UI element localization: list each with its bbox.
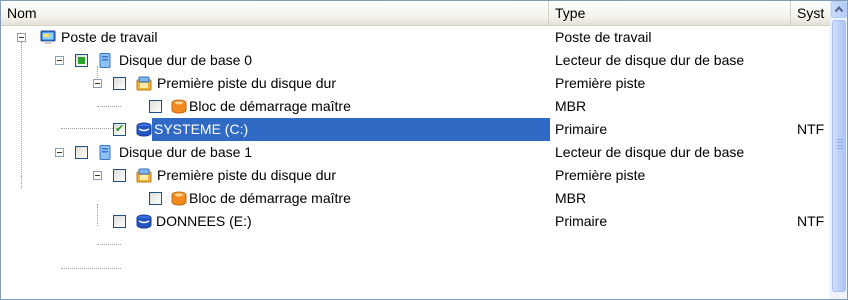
vertical-scrollbar[interactable] (830, 1, 847, 299)
disk-checkbox[interactable] (75, 146, 88, 159)
column-header: Nom Type Syst (1, 1, 831, 26)
row-name: Disque dur de base 0 (119, 52, 253, 68)
collapse-toggle[interactable] (93, 79, 102, 88)
row-name: Première piste du disque dur (157, 167, 336, 183)
column-header-type[interactable]: Type (549, 1, 791, 25)
collapse-toggle[interactable] (93, 171, 102, 180)
row-type: Primaire (555, 121, 608, 137)
tree-row[interactable]: Bloc de démarrage maître MBR (1, 95, 831, 118)
tree-row[interactable]: Poste de travail Poste de travail (1, 26, 831, 49)
mbr-icon (171, 99, 187, 114)
tree-row[interactable]: Disque dur de base 0 Lecteur de disque d… (1, 49, 831, 72)
row-type: Poste de travail (555, 29, 652, 45)
disk-checkbox[interactable] (75, 54, 88, 67)
row-name: Première piste du disque dur (157, 75, 336, 91)
row-type: Primaire (555, 213, 608, 229)
tree-row[interactable]: Disque dur de base 1 Lecteur de disque d… (1, 141, 831, 164)
row-system: NTF (797, 213, 825, 229)
partition-icon (136, 122, 152, 137)
row-type: MBR (555, 98, 587, 114)
chevron-up-icon (834, 5, 844, 13)
partition-checkbox[interactable] (113, 215, 126, 228)
first-track-icon (136, 168, 152, 183)
mbr-icon (171, 191, 187, 206)
partition-icon (136, 214, 152, 229)
grip-line (837, 139, 843, 140)
computer-icon (40, 30, 56, 44)
row-system (797, 26, 831, 49)
row-system (797, 72, 831, 95)
row-name: Bloc de démarrage maître (189, 98, 351, 114)
tree-row[interactable]: SYSTEME (C:) Primaire NTF (1, 118, 831, 141)
tree-row[interactable]: Bloc de démarrage maître MBR (1, 187, 831, 210)
grip-line (837, 148, 843, 149)
hard-disk-icon (99, 145, 111, 160)
row-name: Poste de travail (61, 29, 158, 45)
grip-line (837, 142, 843, 143)
collapse-toggle[interactable] (17, 33, 26, 42)
first-track-icon (136, 76, 152, 91)
hard-disk-icon (99, 53, 111, 68)
row-type: Première piste (555, 75, 646, 91)
track-checkbox[interactable] (113, 169, 126, 182)
row-system (797, 141, 831, 164)
row-name: Bloc de démarrage maître (189, 190, 351, 206)
row-name: Disque dur de base 1 (119, 144, 253, 160)
row-system (797, 49, 831, 72)
row-system (797, 164, 831, 187)
mbr-checkbox[interactable] (149, 100, 162, 113)
row-system (797, 95, 831, 118)
tree-row[interactable]: DONNEES (E:) Primaire NTF (1, 210, 831, 233)
scroll-up-button[interactable] (831, 1, 847, 18)
track-checkbox[interactable] (113, 77, 126, 90)
row-name: DONNEES (E:) (156, 213, 252, 229)
column-header-system[interactable]: Syst (791, 1, 831, 25)
disk-tree-view[interactable]: Nom Type Syst Poste de travail Poste de … (0, 0, 848, 300)
collapse-toggle[interactable] (55, 148, 64, 157)
partition-checkbox[interactable] (113, 120, 126, 138)
tree-row[interactable]: Première piste du disque dur Première pi… (1, 164, 831, 187)
row-type: Première piste (555, 167, 646, 183)
tree-line (61, 268, 121, 269)
tree-line (97, 244, 121, 245)
row-type: Lecteur de disque dur de base (555, 144, 745, 160)
row-system (797, 187, 831, 210)
mbr-checkbox[interactable] (149, 192, 162, 205)
collapse-toggle[interactable] (55, 56, 64, 65)
tree-row[interactable]: Première piste du disque dur Première pi… (1, 72, 831, 95)
row-type: MBR (555, 190, 587, 206)
scroll-thumb[interactable] (832, 20, 846, 292)
column-header-name[interactable]: Nom (1, 1, 549, 25)
row-system: NTF (797, 121, 825, 137)
grip-line (837, 145, 843, 146)
row-name: SYSTEME (C:) (152, 118, 550, 141)
row-type: Lecteur de disque dur de base (555, 52, 745, 68)
